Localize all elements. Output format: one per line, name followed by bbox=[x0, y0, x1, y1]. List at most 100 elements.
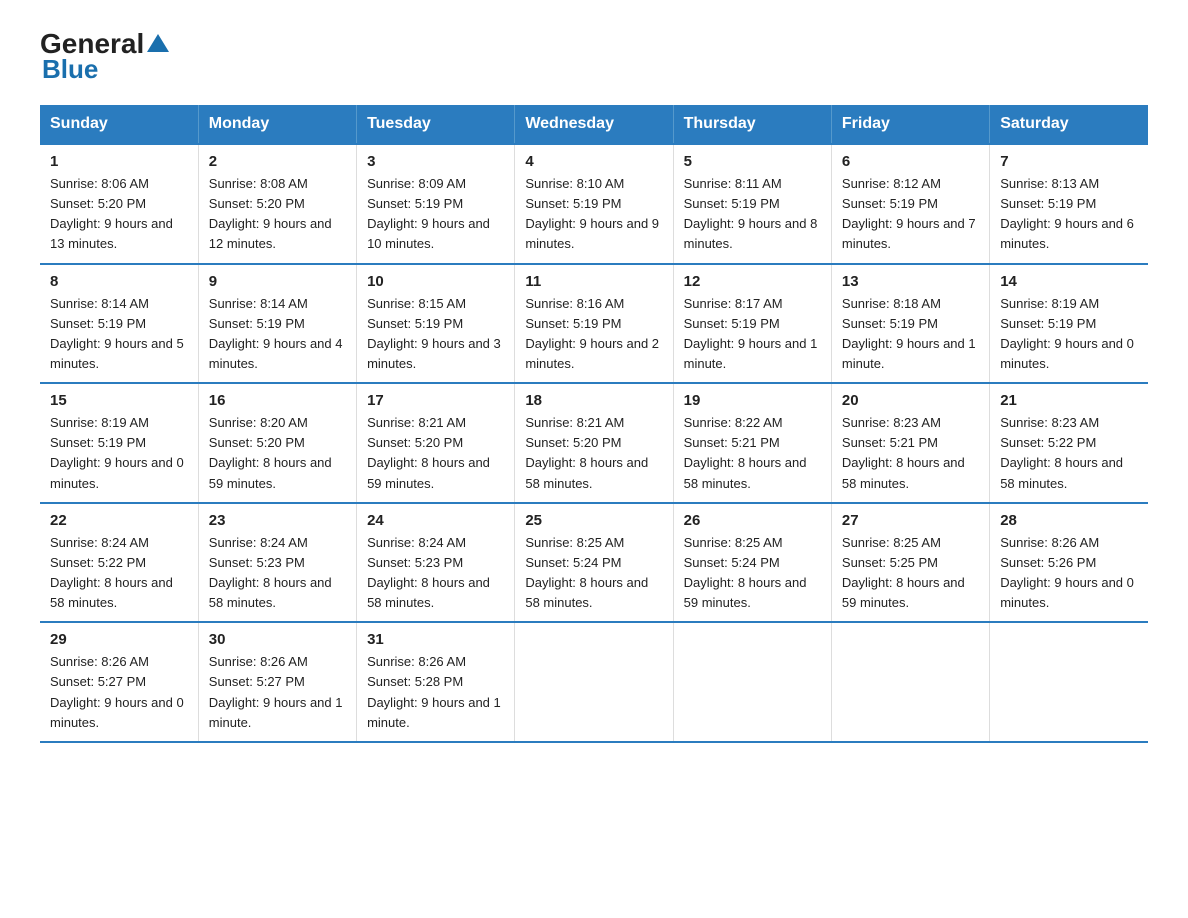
day-info: Sunrise: 8:13 AMSunset: 5:19 PMDaylight:… bbox=[1000, 176, 1134, 251]
page-header: General Blue bbox=[40, 30, 1148, 85]
day-info: Sunrise: 8:26 AMSunset: 5:27 PMDaylight:… bbox=[50, 654, 184, 729]
day-info: Sunrise: 8:14 AMSunset: 5:19 PMDaylight:… bbox=[209, 296, 343, 371]
day-number: 14 bbox=[1000, 273, 1138, 290]
logo-triangle-icon bbox=[147, 34, 169, 57]
day-number: 11 bbox=[525, 273, 662, 290]
day-number: 31 bbox=[367, 631, 504, 648]
calendar-cell: 20 Sunrise: 8:23 AMSunset: 5:21 PMDaylig… bbox=[831, 383, 989, 503]
calendar-cell: 8 Sunrise: 8:14 AMSunset: 5:19 PMDayligh… bbox=[40, 264, 198, 384]
day-number: 16 bbox=[209, 392, 346, 409]
calendar-cell: 10 Sunrise: 8:15 AMSunset: 5:19 PMDaylig… bbox=[357, 264, 515, 384]
day-number: 2 bbox=[209, 153, 346, 170]
day-info: Sunrise: 8:08 AMSunset: 5:20 PMDaylight:… bbox=[209, 176, 332, 251]
weekday-header-sunday: Sunday bbox=[40, 105, 198, 144]
calendar-cell: 26 Sunrise: 8:25 AMSunset: 5:24 PMDaylig… bbox=[673, 503, 831, 623]
day-number: 15 bbox=[50, 392, 188, 409]
calendar-cell: 2 Sunrise: 8:08 AMSunset: 5:20 PMDayligh… bbox=[198, 144, 356, 264]
day-number: 21 bbox=[1000, 392, 1138, 409]
day-info: Sunrise: 8:24 AMSunset: 5:22 PMDaylight:… bbox=[50, 535, 173, 610]
calendar-cell: 22 Sunrise: 8:24 AMSunset: 5:22 PMDaylig… bbox=[40, 503, 198, 623]
day-info: Sunrise: 8:06 AMSunset: 5:20 PMDaylight:… bbox=[50, 176, 173, 251]
day-info: Sunrise: 8:21 AMSunset: 5:20 PMDaylight:… bbox=[367, 415, 490, 490]
day-info: Sunrise: 8:23 AMSunset: 5:22 PMDaylight:… bbox=[1000, 415, 1123, 490]
day-number: 30 bbox=[209, 631, 346, 648]
calendar-table: SundayMondayTuesdayWednesdayThursdayFrid… bbox=[40, 105, 1148, 743]
day-info: Sunrise: 8:12 AMSunset: 5:19 PMDaylight:… bbox=[842, 176, 976, 251]
calendar-cell: 24 Sunrise: 8:24 AMSunset: 5:23 PMDaylig… bbox=[357, 503, 515, 623]
day-number: 24 bbox=[367, 512, 504, 529]
day-info: Sunrise: 8:23 AMSunset: 5:21 PMDaylight:… bbox=[842, 415, 965, 490]
day-number: 18 bbox=[525, 392, 662, 409]
weekday-header-wednesday: Wednesday bbox=[515, 105, 673, 144]
week-row-4: 22 Sunrise: 8:24 AMSunset: 5:22 PMDaylig… bbox=[40, 503, 1148, 623]
day-info: Sunrise: 8:24 AMSunset: 5:23 PMDaylight:… bbox=[367, 535, 490, 610]
day-info: Sunrise: 8:10 AMSunset: 5:19 PMDaylight:… bbox=[525, 176, 659, 251]
day-number: 3 bbox=[367, 153, 504, 170]
calendar-cell: 13 Sunrise: 8:18 AMSunset: 5:19 PMDaylig… bbox=[831, 264, 989, 384]
week-row-5: 29 Sunrise: 8:26 AMSunset: 5:27 PMDaylig… bbox=[40, 622, 1148, 742]
week-row-3: 15 Sunrise: 8:19 AMSunset: 5:19 PMDaylig… bbox=[40, 383, 1148, 503]
day-info: Sunrise: 8:18 AMSunset: 5:19 PMDaylight:… bbox=[842, 296, 976, 371]
weekday-header-tuesday: Tuesday bbox=[357, 105, 515, 144]
day-info: Sunrise: 8:20 AMSunset: 5:20 PMDaylight:… bbox=[209, 415, 332, 490]
calendar-cell: 18 Sunrise: 8:21 AMSunset: 5:20 PMDaylig… bbox=[515, 383, 673, 503]
calendar-cell: 9 Sunrise: 8:14 AMSunset: 5:19 PMDayligh… bbox=[198, 264, 356, 384]
day-number: 22 bbox=[50, 512, 188, 529]
day-number: 23 bbox=[209, 512, 346, 529]
weekday-header-saturday: Saturday bbox=[990, 105, 1148, 144]
day-info: Sunrise: 8:22 AMSunset: 5:21 PMDaylight:… bbox=[684, 415, 807, 490]
calendar-cell: 1 Sunrise: 8:06 AMSunset: 5:20 PMDayligh… bbox=[40, 144, 198, 264]
calendar-cell: 30 Sunrise: 8:26 AMSunset: 5:27 PMDaylig… bbox=[198, 622, 356, 742]
day-number: 10 bbox=[367, 273, 504, 290]
week-row-1: 1 Sunrise: 8:06 AMSunset: 5:20 PMDayligh… bbox=[40, 144, 1148, 264]
day-info: Sunrise: 8:21 AMSunset: 5:20 PMDaylight:… bbox=[525, 415, 648, 490]
calendar-cell: 21 Sunrise: 8:23 AMSunset: 5:22 PMDaylig… bbox=[990, 383, 1148, 503]
calendar-cell: 31 Sunrise: 8:26 AMSunset: 5:28 PMDaylig… bbox=[357, 622, 515, 742]
weekday-header-thursday: Thursday bbox=[673, 105, 831, 144]
day-number: 26 bbox=[684, 512, 821, 529]
day-info: Sunrise: 8:25 AMSunset: 5:24 PMDaylight:… bbox=[684, 535, 807, 610]
calendar-cell: 17 Sunrise: 8:21 AMSunset: 5:20 PMDaylig… bbox=[357, 383, 515, 503]
day-number: 8 bbox=[50, 273, 188, 290]
day-info: Sunrise: 8:11 AMSunset: 5:19 PMDaylight:… bbox=[684, 176, 818, 251]
day-info: Sunrise: 8:17 AMSunset: 5:19 PMDaylight:… bbox=[684, 296, 818, 371]
calendar-cell: 19 Sunrise: 8:22 AMSunset: 5:21 PMDaylig… bbox=[673, 383, 831, 503]
calendar-cell: 4 Sunrise: 8:10 AMSunset: 5:19 PMDayligh… bbox=[515, 144, 673, 264]
day-info: Sunrise: 8:09 AMSunset: 5:19 PMDaylight:… bbox=[367, 176, 490, 251]
day-number: 19 bbox=[684, 392, 821, 409]
calendar-cell: 29 Sunrise: 8:26 AMSunset: 5:27 PMDaylig… bbox=[40, 622, 198, 742]
weekday-header-friday: Friday bbox=[831, 105, 989, 144]
calendar-cell: 16 Sunrise: 8:20 AMSunset: 5:20 PMDaylig… bbox=[198, 383, 356, 503]
day-number: 7 bbox=[1000, 153, 1138, 170]
day-number: 20 bbox=[842, 392, 979, 409]
day-info: Sunrise: 8:16 AMSunset: 5:19 PMDaylight:… bbox=[525, 296, 659, 371]
day-info: Sunrise: 8:26 AMSunset: 5:28 PMDaylight:… bbox=[367, 654, 501, 729]
calendar-cell: 27 Sunrise: 8:25 AMSunset: 5:25 PMDaylig… bbox=[831, 503, 989, 623]
calendar-cell bbox=[831, 622, 989, 742]
day-number: 13 bbox=[842, 273, 979, 290]
week-row-2: 8 Sunrise: 8:14 AMSunset: 5:19 PMDayligh… bbox=[40, 264, 1148, 384]
day-number: 1 bbox=[50, 153, 188, 170]
logo-blue-text: Blue bbox=[42, 54, 98, 85]
calendar-cell bbox=[515, 622, 673, 742]
calendar-cell: 25 Sunrise: 8:25 AMSunset: 5:24 PMDaylig… bbox=[515, 503, 673, 623]
day-number: 6 bbox=[842, 153, 979, 170]
header-row: SundayMondayTuesdayWednesdayThursdayFrid… bbox=[40, 105, 1148, 144]
calendar-cell bbox=[673, 622, 831, 742]
calendar-cell: 28 Sunrise: 8:26 AMSunset: 5:26 PMDaylig… bbox=[990, 503, 1148, 623]
day-number: 27 bbox=[842, 512, 979, 529]
day-number: 17 bbox=[367, 392, 504, 409]
calendar-header: SundayMondayTuesdayWednesdayThursdayFrid… bbox=[40, 105, 1148, 144]
day-info: Sunrise: 8:14 AMSunset: 5:19 PMDaylight:… bbox=[50, 296, 184, 371]
day-info: Sunrise: 8:25 AMSunset: 5:25 PMDaylight:… bbox=[842, 535, 965, 610]
day-info: Sunrise: 8:19 AMSunset: 5:19 PMDaylight:… bbox=[50, 415, 184, 490]
day-number: 25 bbox=[525, 512, 662, 529]
day-number: 29 bbox=[50, 631, 188, 648]
day-info: Sunrise: 8:25 AMSunset: 5:24 PMDaylight:… bbox=[525, 535, 648, 610]
day-number: 28 bbox=[1000, 512, 1138, 529]
calendar-cell: 11 Sunrise: 8:16 AMSunset: 5:19 PMDaylig… bbox=[515, 264, 673, 384]
day-number: 5 bbox=[684, 153, 821, 170]
day-info: Sunrise: 8:19 AMSunset: 5:19 PMDaylight:… bbox=[1000, 296, 1134, 371]
day-number: 12 bbox=[684, 273, 821, 290]
day-number: 4 bbox=[525, 153, 662, 170]
